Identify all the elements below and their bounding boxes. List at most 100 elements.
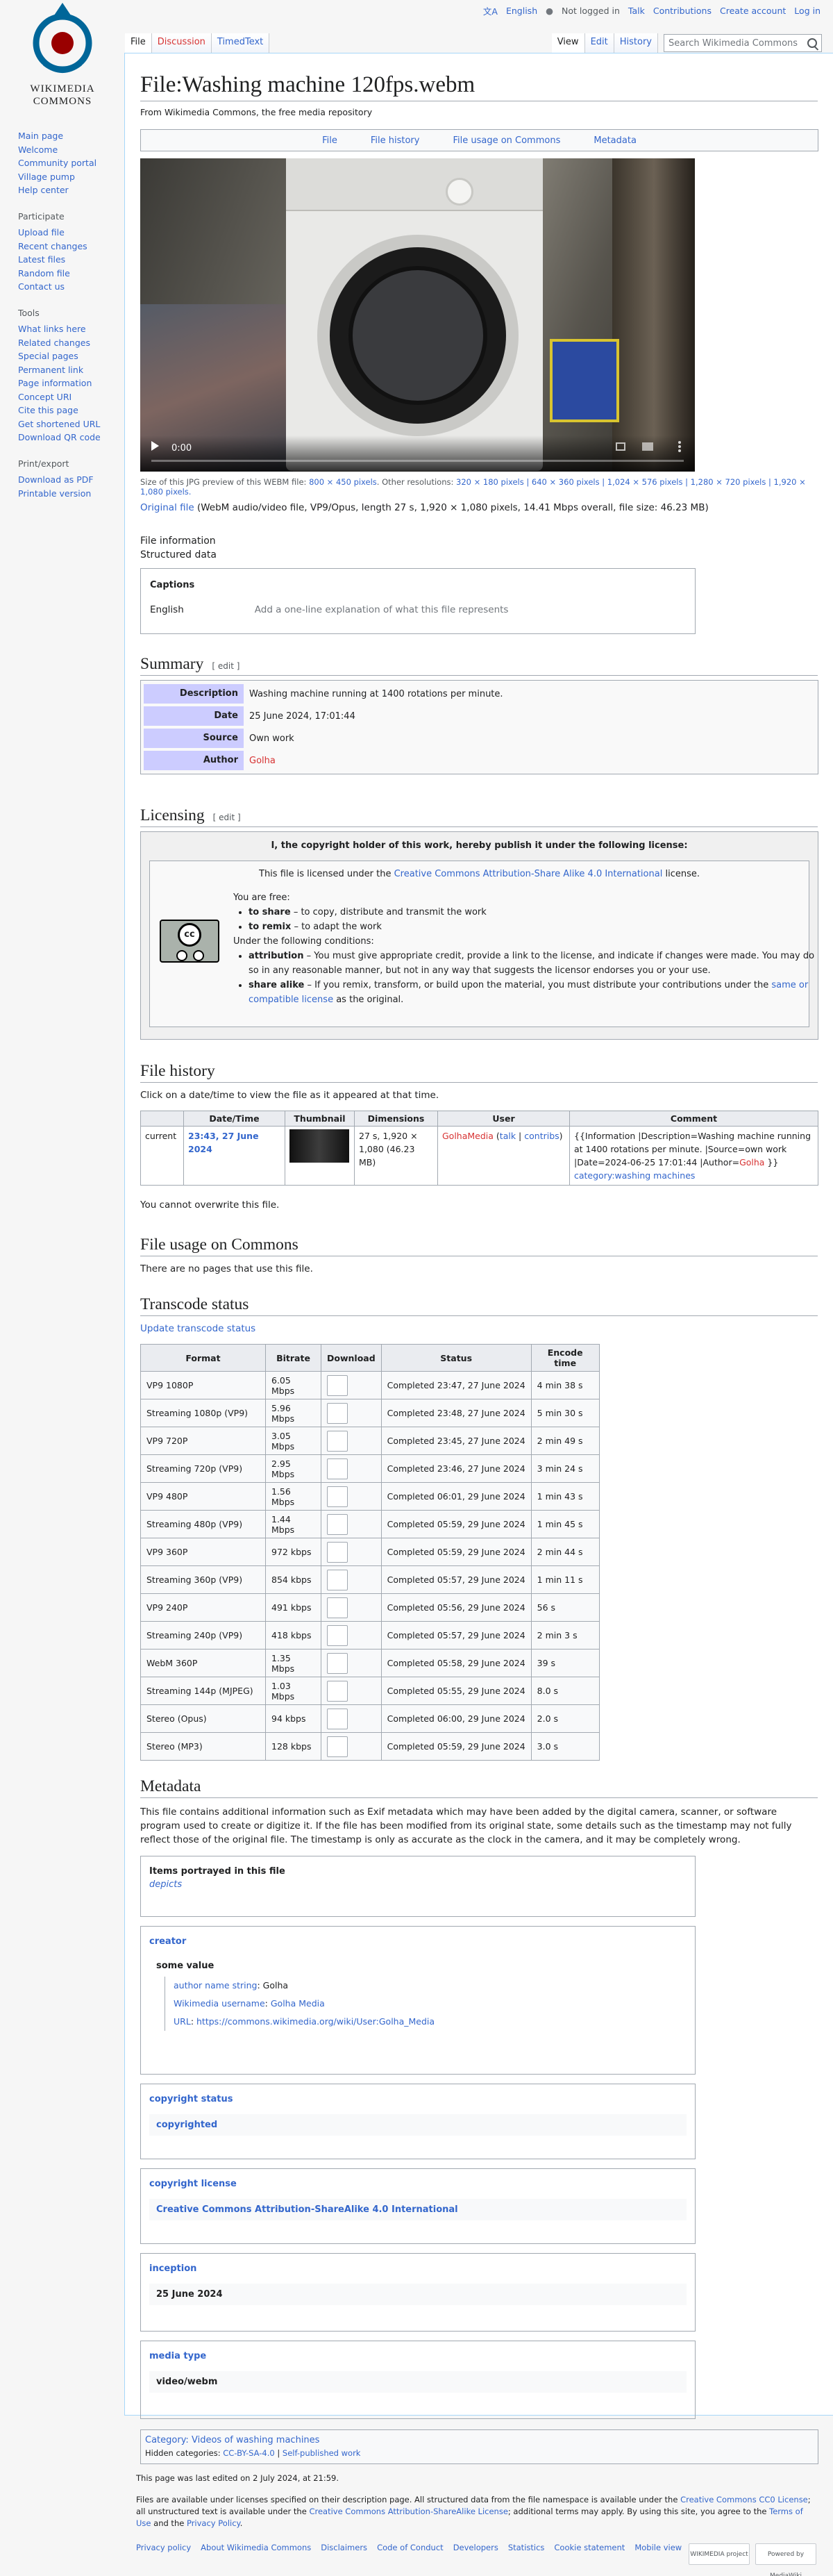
toc-metadata[interactable]: Metadata — [594, 135, 637, 146]
download-button[interactable] — [327, 1680, 348, 1702]
sidebar-item-permanent-link[interactable]: Permanent link — [18, 363, 122, 377]
history-user-link[interactable]: GolhaMedia — [442, 1131, 494, 1141]
download-button[interactable] — [327, 1430, 348, 1452]
tab-history[interactable]: History — [614, 33, 658, 53]
hidden-category-link[interactable]: Self-published work — [283, 2448, 361, 2458]
captions-input[interactable]: Add a one-line explanation of what this … — [255, 604, 509, 615]
update-transcode-link[interactable]: Update transcode status — [140, 1323, 818, 1334]
more-options-icon[interactable] — [678, 441, 681, 452]
toc-file[interactable]: File — [322, 135, 337, 146]
qualifier-author-name[interactable]: author name string — [174, 1980, 257, 1991]
cc-by-sa-icon[interactable]: cc — [160, 920, 219, 963]
create-account-link[interactable]: Create account — [720, 6, 786, 16]
depicts-link[interactable]: depicts — [149, 1879, 687, 1890]
download-button[interactable] — [327, 1458, 348, 1479]
volume-icon[interactable] — [642, 442, 653, 451]
tab-edit[interactable]: Edit — [584, 33, 614, 53]
login-link[interactable]: Log in — [794, 6, 821, 16]
sidebar-item-pdf[interactable]: Download as PDF — [18, 473, 122, 487]
search-icon[interactable] — [807, 38, 817, 48]
cc-by-sa-link[interactable]: Creative Commons Attribution-ShareAlike … — [309, 2507, 507, 2516]
history-talk-link[interactable]: talk — [500, 1131, 516, 1141]
play-icon[interactable] — [151, 441, 159, 451]
download-button[interactable] — [327, 1708, 348, 1729]
creator-title[interactable]: creator — [149, 1936, 687, 1947]
structured-data-tab[interactable]: Structured data — [140, 548, 818, 562]
footer-link-coc[interactable]: Code of Conduct — [377, 2542, 444, 2554]
category-label[interactable]: Category: — [145, 2435, 189, 2445]
qualifier-url[interactable]: URL — [174, 2016, 191, 2027]
sidebar-item-latest-files[interactable]: Latest files — [18, 253, 122, 267]
sidebar-item-special-pages[interactable]: Special pages — [18, 349, 122, 363]
hidden-category-link[interactable]: CC-BY-SA-4.0 — [223, 2448, 274, 2458]
author-link[interactable]: Golha — [249, 756, 276, 766]
download-button[interactable] — [327, 1402, 348, 1424]
download-button[interactable] — [327, 1652, 348, 1674]
footer-link-privacy[interactable]: Privacy policy — [136, 2542, 191, 2554]
footer-link-developers[interactable]: Developers — [453, 2542, 498, 2554]
qualifier-url-value[interactable]: https://commons.wikimedia.org/wiki/User:… — [196, 2016, 435, 2027]
download-button[interactable] — [327, 1736, 348, 1757]
sidebar-item-welcome[interactable]: Welcome — [18, 143, 122, 157]
tab-file[interactable]: File — [125, 33, 152, 53]
inception-title[interactable]: inception — [149, 2263, 687, 2274]
sidebar-item-contact[interactable]: Contact us — [18, 280, 122, 294]
history-comment-author[interactable]: Golha — [739, 1157, 764, 1167]
media-type-title[interactable]: media type — [149, 2351, 687, 2361]
video-player[interactable]: 0:00 — [140, 158, 695, 472]
site-logo[interactable]: WIKIMEDIA COMMONS — [14, 0, 111, 111]
history-contribs-link[interactable]: contribs — [524, 1131, 559, 1141]
contributions-link[interactable]: Contributions — [653, 6, 712, 16]
copyright-status-value[interactable]: copyrighted — [149, 2114, 687, 2136]
download-button[interactable] — [327, 1624, 348, 1646]
download-button[interactable] — [327, 1541, 348, 1563]
footer-link-cookies[interactable]: Cookie statement — [554, 2542, 625, 2554]
original-file-link[interactable]: Original file — [140, 502, 194, 513]
privacy-link[interactable]: Privacy Policy — [187, 2518, 240, 2528]
sidebar-item-qr-code[interactable]: Download QR code — [18, 431, 122, 444]
tab-view[interactable]: View — [551, 33, 585, 53]
tab-timedtext[interactable]: TimedText — [211, 33, 270, 53]
sidebar-item-page-information[interactable]: Page information — [18, 376, 122, 390]
category-link[interactable]: Videos of washing machines — [192, 2435, 319, 2445]
talk-link[interactable]: Talk — [628, 6, 645, 16]
language-icon[interactable]: 文A — [483, 4, 498, 17]
footer-link-statistics[interactable]: Statistics — [508, 2542, 545, 2554]
sidebar-item-concept-uri[interactable]: Concept URI — [18, 390, 122, 404]
sidebar-item-random-file[interactable]: Random file — [18, 267, 122, 281]
history-thumbnail[interactable] — [289, 1129, 349, 1163]
sidebar-item-upload[interactable]: Upload file — [18, 226, 122, 240]
language-link[interactable]: English — [506, 6, 537, 16]
download-button[interactable] — [327, 1597, 348, 1618]
copyright-status-title[interactable]: copyright status — [149, 2094, 687, 2104]
history-date-link[interactable]: 23:43, 27 June 2024 — [188, 1131, 259, 1154]
sidebar-item-what-links-here[interactable]: What links here — [18, 322, 122, 336]
tab-discussion[interactable]: Discussion — [151, 33, 212, 53]
summary-edit-link[interactable]: [ edit ] — [212, 661, 239, 671]
download-button[interactable] — [327, 1513, 348, 1535]
search-input[interactable]: Search Wikimedia Commons — [664, 34, 822, 52]
file-information-tab[interactable]: File information — [140, 534, 818, 548]
footer-link-mobile[interactable]: Mobile view — [634, 2542, 682, 2554]
fullscreen-icon[interactable] — [616, 442, 625, 451]
qualifier-username[interactable]: Wikimedia username — [174, 1998, 265, 2009]
sidebar-item-cite[interactable]: Cite this page — [18, 404, 122, 417]
sidebar-item-community-portal[interactable]: Community portal — [18, 156, 122, 170]
video-progress-bar[interactable] — [151, 460, 684, 462]
cc0-link[interactable]: Creative Commons CC0 License — [680, 2495, 808, 2504]
license-link[interactable]: Creative Commons Attribution-Share Alike… — [394, 869, 663, 879]
footer-link-about[interactable]: About Wikimedia Commons — [201, 2542, 311, 2554]
download-button[interactable] — [327, 1486, 348, 1507]
download-button[interactable] — [327, 1374, 348, 1396]
sidebar-item-related-changes[interactable]: Related changes — [18, 336, 122, 350]
sidebar-item-shortened-url[interactable]: Get shortened URL — [18, 417, 122, 431]
toc-file-history[interactable]: File history — [371, 135, 420, 146]
history-category-link[interactable]: category:washing machines — [574, 1170, 695, 1181]
copyright-license-value[interactable]: Creative Commons Attribution-ShareAlike … — [149, 2199, 687, 2220]
sidebar-item-main-page[interactable]: Main page — [18, 129, 122, 143]
sidebar-item-recent-changes[interactable]: Recent changes — [18, 240, 122, 254]
download-button[interactable] — [327, 1569, 348, 1590]
sidebar-item-village-pump[interactable]: Village pump — [18, 170, 122, 184]
licensing-edit-link[interactable]: [ edit ] — [213, 813, 241, 822]
toc-file-usage[interactable]: File usage on Commons — [453, 135, 560, 146]
